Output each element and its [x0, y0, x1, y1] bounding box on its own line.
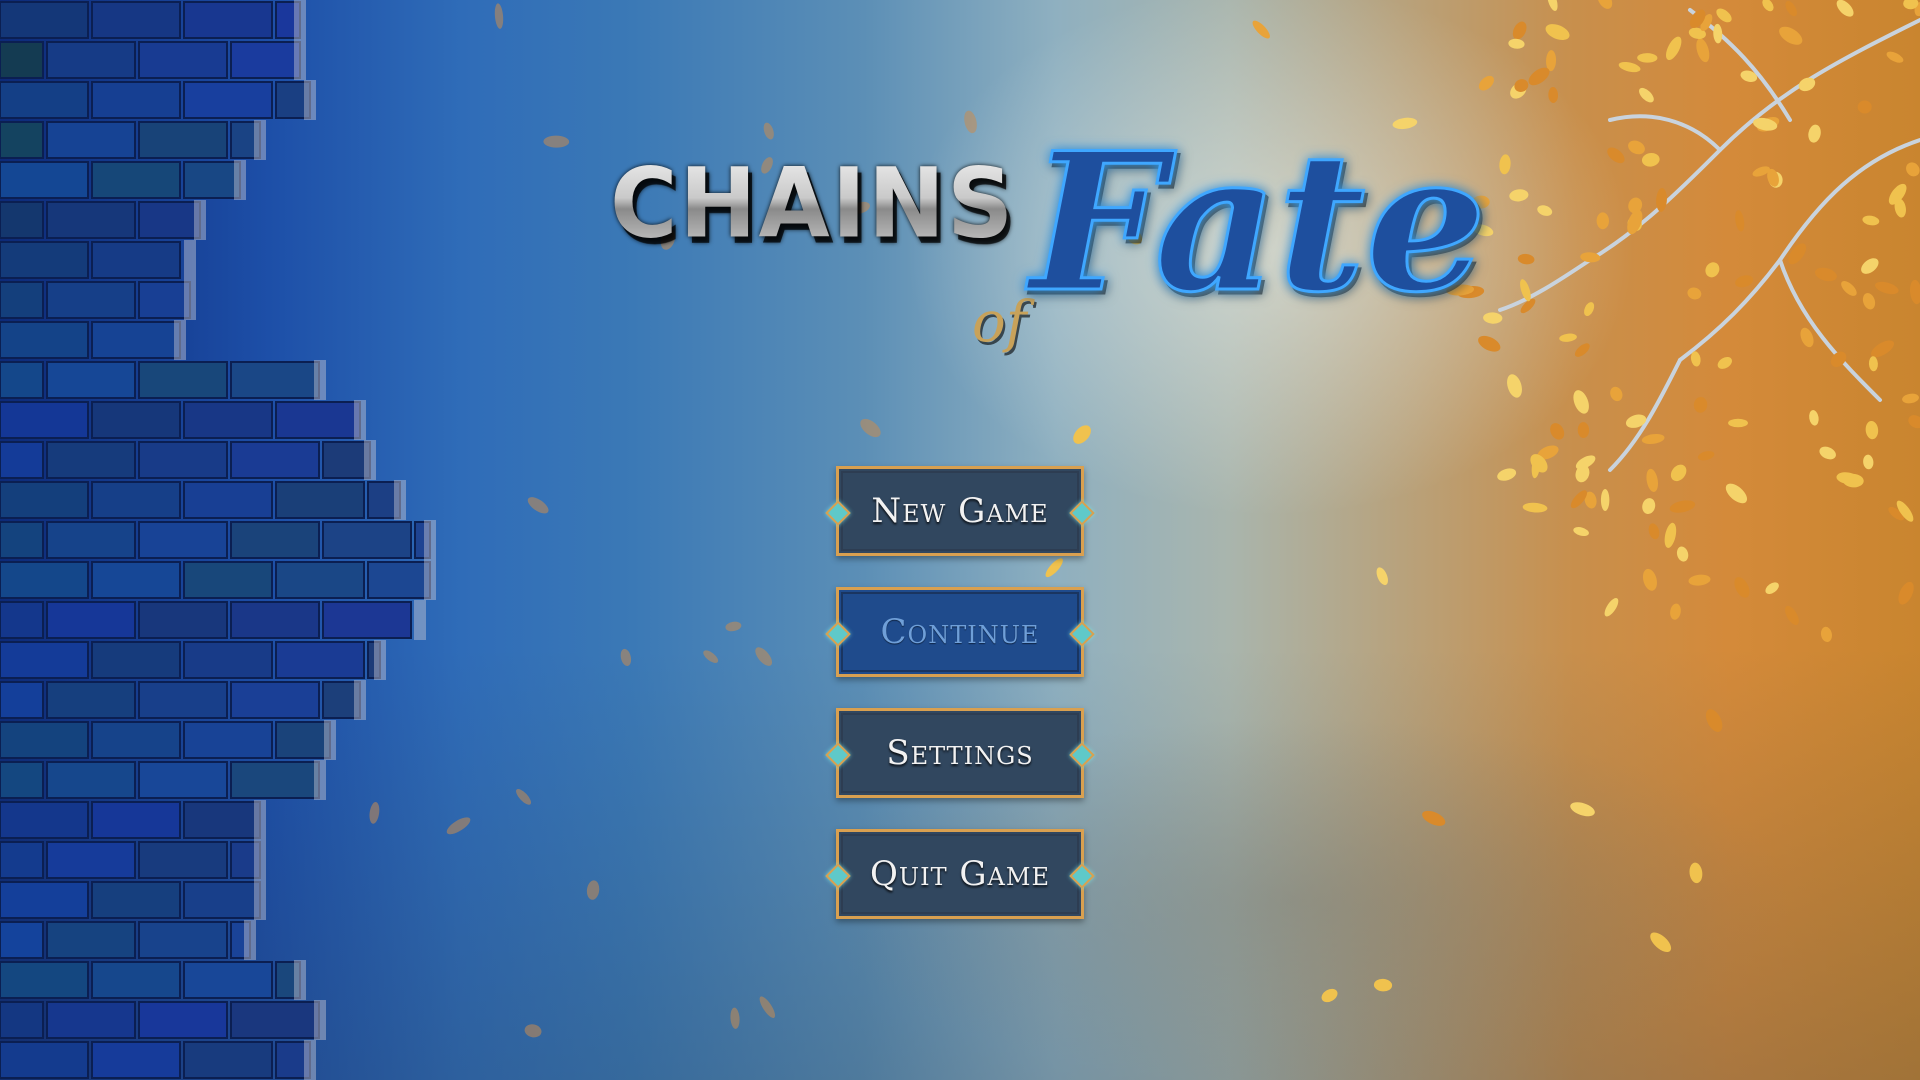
- title-word-chains: Chains: [610, 147, 1016, 260]
- title-word-of: of: [972, 290, 1027, 355]
- quit-game-button[interactable]: Quit Game: [825, 829, 1095, 919]
- quit-game-label: Quit Game: [870, 854, 1050, 894]
- new-game-button[interactable]: New Game: [825, 466, 1095, 556]
- continue-button[interactable]: Continue: [825, 587, 1095, 677]
- main-menu: New Game Continue Settings Quit Game: [825, 466, 1095, 950]
- settings-label: Settings: [886, 733, 1034, 773]
- settings-button[interactable]: Settings: [825, 708, 1095, 798]
- game-title-logo: Chains of Fate: [600, 126, 1488, 370]
- new-game-label: New Game: [871, 491, 1049, 531]
- title-word-fate: Fate: [1028, 111, 1487, 334]
- continue-label: Continue: [880, 612, 1040, 652]
